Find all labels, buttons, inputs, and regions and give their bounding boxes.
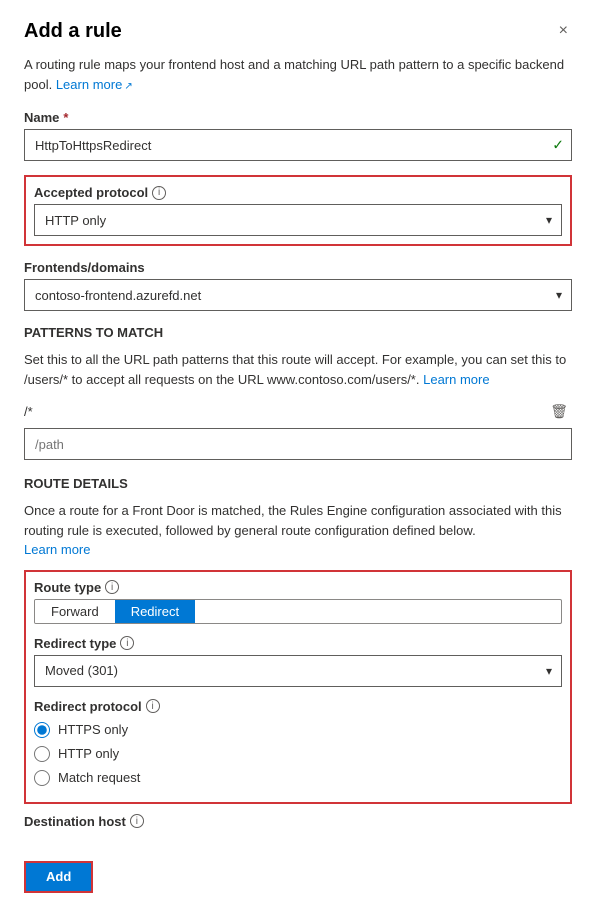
redirect-type-select-wrapper: Moved (301) Found (302) Temporary Redire… [34, 655, 562, 687]
redirect-https-label: HTTPS only [58, 722, 128, 737]
add-rule-panel: Add a rule × A routing rule maps your fr… [0, 0, 596, 917]
accepted-protocol-label: Accepted protocol i [34, 185, 562, 200]
patterns-section-title: PATTERNS TO MATCH [24, 325, 572, 340]
redirect-type-select[interactable]: Moved (301) Found (302) Temporary Redire… [34, 655, 562, 687]
redirect-protocol-https-only[interactable]: HTTPS only [34, 722, 562, 738]
accepted-protocol-select[interactable]: HTTP only HTTPS only HTTP and HTTPS [34, 204, 562, 236]
delete-pattern-icon[interactable]: 🗑 [546, 401, 572, 422]
path-input-wrapper [24, 428, 572, 460]
redirect-protocol-group: Redirect protocol i HTTPS only HTTP only… [34, 699, 562, 786]
destination-host-info-icon[interactable]: i [130, 814, 144, 828]
name-input-wrapper: ✓ [24, 129, 572, 161]
route-type-group: Route type i Forward Redirect [34, 580, 562, 624]
frontends-domains-label: Frontends/domains [24, 260, 572, 275]
route-details-description: Once a route for a Front Door is matched… [24, 501, 572, 560]
redirect-protocol-http-only[interactable]: HTTP only [34, 746, 562, 762]
patterns-learn-more-link[interactable]: Learn more [423, 372, 489, 387]
name-field-group: Name* ✓ [24, 110, 572, 161]
frontends-domains-group: Frontends/domains contoso-frontend.azure… [24, 260, 572, 311]
patterns-description: Set this to all the URL path patterns th… [24, 350, 572, 389]
redirect-type-group: Redirect type i Moved (301) Found (302) … [34, 636, 562, 687]
accepted-protocol-info-icon[interactable]: i [152, 186, 166, 200]
required-indicator: * [63, 110, 68, 125]
redirect-toggle-button[interactable]: Redirect [115, 600, 195, 623]
forward-toggle-button[interactable]: Forward [35, 600, 115, 623]
redirect-protocol-label: Redirect protocol i [34, 699, 562, 714]
pattern-row: /* 🗑 [24, 401, 572, 422]
add-button[interactable]: Add [24, 861, 93, 893]
redirect-http-label: HTTP only [58, 746, 119, 761]
frontends-domains-select-wrapper: contoso-frontend.azurefd.net ▾ [24, 279, 572, 311]
redirect-match-label: Match request [58, 770, 140, 785]
close-button[interactable]: × [555, 20, 572, 42]
redirect-https-radio[interactable] [34, 722, 50, 738]
bottom-section: Add [24, 845, 572, 893]
pattern-value: /* [24, 404, 33, 419]
accepted-protocol-group: Accepted protocol i HTTP only HTTPS only… [24, 175, 572, 246]
redirect-type-label: Redirect type i [34, 636, 562, 651]
name-label: Name* [24, 110, 572, 125]
name-input[interactable] [24, 129, 572, 161]
route-type-info-icon[interactable]: i [105, 580, 119, 594]
path-input[interactable] [24, 428, 572, 460]
route-details-section-title: ROUTE DETAILS [24, 476, 572, 491]
redirect-type-info-icon[interactable]: i [120, 636, 134, 650]
panel-header: Add a rule × [24, 20, 572, 43]
route-type-toggle: Forward Redirect [34, 599, 562, 624]
route-type-label: Route type i [34, 580, 562, 595]
redirect-protocol-info-icon[interactable]: i [146, 699, 160, 713]
external-link-icon: ↗ [124, 81, 132, 92]
accepted-protocol-select-wrapper: HTTP only HTTPS only HTTP and HTTPS ▾ [34, 204, 562, 236]
panel-title: Add a rule [24, 20, 122, 43]
redirect-protocol-radio-group: HTTPS only HTTP only Match request [34, 722, 562, 786]
destination-host-text: Destination host [24, 814, 126, 829]
patterns-learn-more-text: Learn more [423, 372, 489, 387]
destination-host-label: Destination host i [24, 814, 572, 829]
route-details-box: Route type i Forward Redirect Redirect t… [24, 570, 572, 804]
name-valid-checkmark: ✓ [552, 137, 564, 154]
redirect-match-radio[interactable] [34, 770, 50, 786]
route-details-text: Once a route for a Front Door is matched… [24, 503, 562, 538]
description-learn-more-link[interactable]: Learn more↗ [56, 77, 133, 92]
learn-more-text: Learn more [56, 77, 122, 92]
panel-description: A routing rule maps your frontend host a… [24, 55, 572, 94]
redirect-protocol-match-request[interactable]: Match request [34, 770, 562, 786]
frontends-domains-select[interactable]: contoso-frontend.azurefd.net [24, 279, 572, 311]
redirect-http-radio[interactable] [34, 746, 50, 762]
route-details-learn-more-link[interactable]: Learn more [24, 542, 90, 557]
route-details-learn-more-text: Learn more [24, 542, 90, 557]
